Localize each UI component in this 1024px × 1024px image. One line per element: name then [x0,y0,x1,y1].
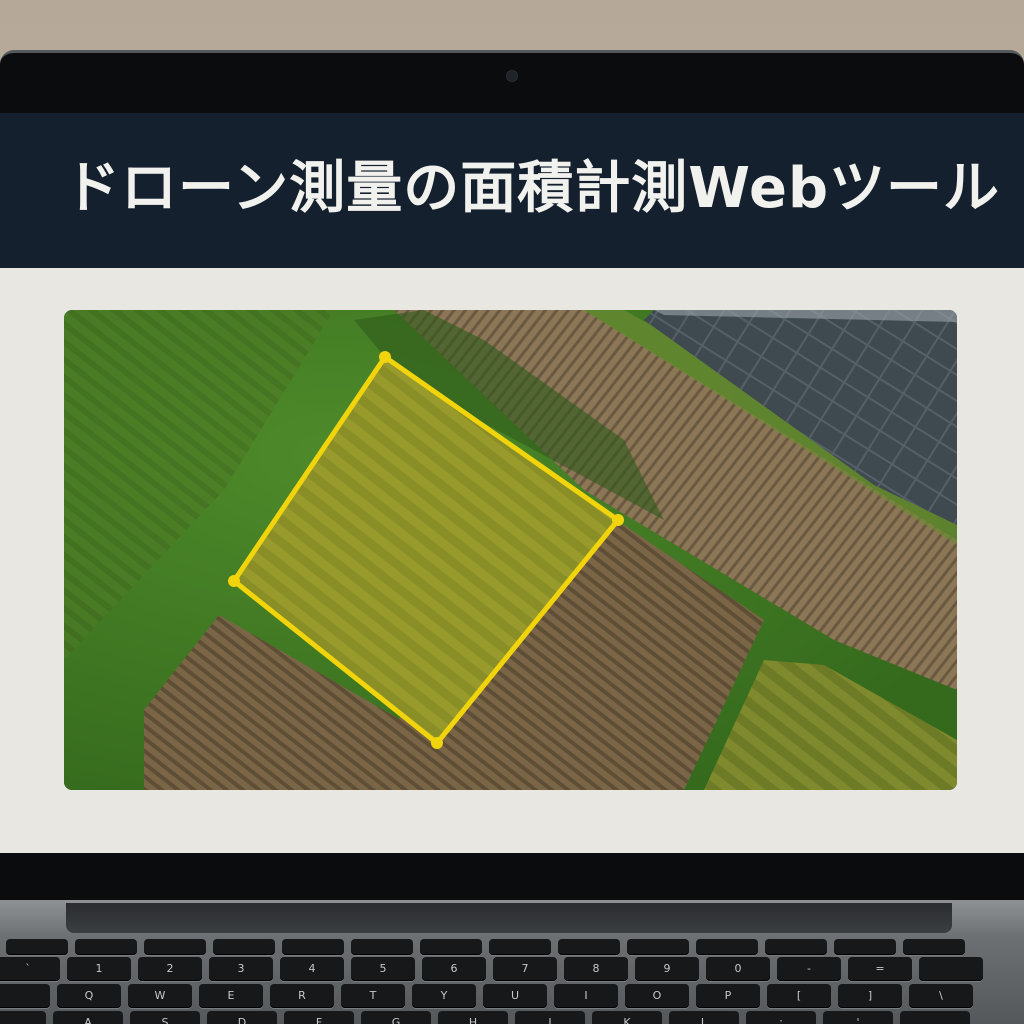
keyboard-row-asdf: A S D F G H J K L; ' [0,1011,970,1024]
keyboard-key[interactable]: Y [412,984,476,1008]
keyboard-key[interactable] [919,957,983,981]
keyboard-key[interactable]: ' [823,1011,893,1024]
keyboard-key[interactable] [282,939,344,955]
keyboard-key[interactable]: P [696,984,760,1008]
keyboard-key[interactable] [213,939,275,955]
keyboard-key[interactable]: U [483,984,547,1008]
keyboard-key[interactable]: F [284,1011,354,1024]
polygon-vertex-handle[interactable] [612,514,624,526]
keyboard-key[interactable]: R [270,984,334,1008]
keyboard-key[interactable] [144,939,206,955]
keyboard-key[interactable]: E [199,984,263,1008]
keyboard-key[interactable] [75,939,137,955]
polygon-vertex-handle[interactable] [379,351,391,363]
keyboard-key[interactable]: 6 [422,957,486,981]
keyboard-key[interactable]: S [130,1011,200,1024]
keyboard-key[interactable]: T [341,984,405,1008]
keyboard-key[interactable]: A [53,1011,123,1024]
keyboard-key[interactable]: I [554,984,618,1008]
keyboard-key[interactable]: = [848,957,912,981]
keyboard-key[interactable]: 9 [635,957,699,981]
keyboard-key[interactable]: 0 [706,957,770,981]
keyboard-key[interactable]: 1 [67,957,131,981]
keyboard-key[interactable] [696,939,758,955]
app-header: ドローン測量の面積計測Webツール [0,113,1024,268]
laptop-hinge [66,903,952,933]
keyboard-key[interactable]: H [438,1011,508,1024]
keyboard-key[interactable] [627,939,689,955]
keyboard-key[interactable]: 3 [209,957,273,981]
keyboard-key[interactable]: ` [0,957,60,981]
keyboard-key[interactable]: O [625,984,689,1008]
keyboard-key[interactable] [558,939,620,955]
keyboard-key[interactable]: \ [909,984,973,1008]
keyboard-row-numbers: ` 1 2 3 4 5 6 7 8 9 0- = [0,957,983,987]
keyboard-key[interactable] [489,939,551,955]
keyboard-key[interactable]: 4 [280,957,344,981]
keyboard-key[interactable] [0,1011,46,1024]
laptop-screen: ドローン測量の面積計測Webツール [0,113,1024,853]
keyboard-key[interactable]: 7 [493,957,557,981]
keyboard-key[interactable]: D [207,1011,277,1024]
keyboard-key[interactable]: G [361,1011,431,1024]
keyboard-key[interactable]: 2 [138,957,202,981]
keyboard-key[interactable]: L [669,1011,739,1024]
keyboard-key[interactable] [6,939,68,955]
keyboard-key[interactable]: W [128,984,192,1008]
keyboard-key[interactable]: 5 [351,957,415,981]
polygon-vertex-handle[interactable] [431,737,443,749]
keyboard-key[interactable]: [ [767,984,831,1008]
webcam [506,70,518,82]
keyboard-key[interactable]: J [515,1011,585,1024]
keyboard-key[interactable] [0,984,50,1008]
keyboard-key[interactable]: 8 [564,957,628,981]
aerial-map-view[interactable] [64,310,957,790]
keyboard-key[interactable] [765,939,827,955]
keyboard-key[interactable] [420,939,482,955]
keyboard-key[interactable] [834,939,896,955]
aerial-map-canvas[interactable] [64,310,957,790]
keyboard-key[interactable] [351,939,413,955]
app-title: ドローン測量の面積計測Webツール [64,156,1001,221]
keyboard-key[interactable]: - [777,957,841,981]
keyboard-key[interactable] [900,1011,970,1024]
keyboard-key[interactable]: K [592,1011,662,1024]
keyboard-row-qwerty: Q W E R T Y U I O P [] \ [0,984,973,1014]
keyboard-key[interactable]: ; [746,1011,816,1024]
polygon-vertex-handle[interactable] [228,575,240,587]
laptop-photo: ドローン測量の面積計測Webツール ` 1 2 3 4 5 6 7 8 9 0 … [0,0,1024,1024]
keyboard: ` 1 2 3 4 5 6 7 8 9 0- = Q W E R T Y U I O P [] \ A S D F G H J K L; ' [0,937,1024,1024]
keyboard-key[interactable] [903,939,965,955]
keyboard-key[interactable]: Q [57,984,121,1008]
keyboard-key[interactable]: ] [838,984,902,1008]
